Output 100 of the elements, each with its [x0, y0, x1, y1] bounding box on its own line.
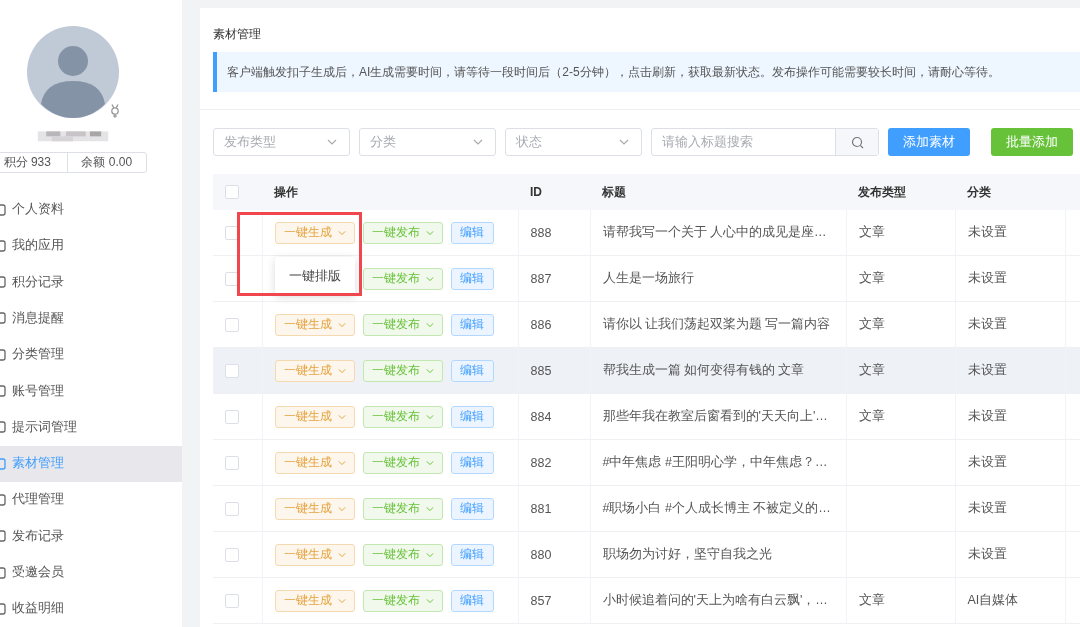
select-field[interactable]: 状态 — [505, 128, 642, 156]
edit-button[interactable]: 编辑 — [450, 589, 494, 612]
search-field[interactable]: 请输入标题搜索 — [651, 128, 879, 156]
generate-button[interactable]: 一键生成 — [274, 543, 355, 566]
checkbox[interactable] — [225, 185, 239, 200]
checkbox[interactable] — [225, 455, 239, 470]
table-row[interactable]: 一键生成 一键发布 编辑 885 帮我生成一篇 如何变得有钱的 文章 文章 未设置 — [213, 347, 1080, 394]
chevron-icon — [425, 413, 434, 420]
table-cell: 未设置 — [967, 363, 1007, 377]
table-cell: 文章 — [858, 363, 885, 377]
notice-banner: 客户端触发扣子生成后，AI生成需要时间，请等待一段时间后（2-5分钟），点击刷新，获取最新状态。发布操作可能需要较长时间，请耐心等待。 — [213, 52, 1080, 92]
menu-item[interactable]: 代理管理 — [0, 481, 182, 519]
table-cell: 884 — [530, 409, 552, 424]
table-cell: 文章 — [858, 317, 885, 331]
menu-item[interactable]: 发布记录 — [0, 518, 182, 555]
menu-item[interactable]: 提示词管理 — [0, 409, 182, 446]
table-row[interactable]: 一键生成 一键发布 编辑 882 #中年焦虑 #王阳明心学，中年焦虑？… 未设置 — [213, 439, 1080, 486]
generate-button[interactable]: 一键生成 — [274, 313, 355, 336]
table-row[interactable]: 一键生成 一键发布 编辑 880 职场勿为讨好，坚守自我之光 未设置 — [213, 531, 1080, 578]
checkbox[interactable] — [225, 317, 239, 332]
table-cell: #职场小白 #个人成长博主 不被定义的… — [602, 501, 831, 515]
table-row[interactable]: 一键生成 一键发布 编辑 857 小时候追着问的'天上为啥有白云飘'，… 文章 AI自媒体 — [213, 577, 1080, 624]
menu-item[interactable]: 消息提醒 — [0, 300, 182, 337]
publish-button[interactable]: 一键发布 — [362, 405, 443, 428]
generate-button[interactable]: 一键生成 — [274, 221, 355, 244]
table-cell: 880 — [530, 547, 552, 562]
menu-item[interactable]: 个人资料 — [0, 191, 182, 228]
publish-button[interactable]: 一键发布 — [362, 359, 443, 382]
table-cell: 未设置 — [967, 225, 1007, 239]
publish-button[interactable]: 一键发布 — [362, 221, 443, 244]
table-cell: 请帮我写一个关于 人心中的成见是座… — [602, 225, 827, 239]
menu-item[interactable]: 分类管理 — [0, 336, 182, 373]
chevron-icon — [337, 459, 346, 466]
checkbox[interactable] — [225, 363, 239, 378]
checkbox[interactable] — [225, 409, 239, 424]
chevron-icon — [327, 139, 337, 145]
generate-button[interactable]: 一键生成 — [274, 451, 355, 474]
edit-button[interactable]: 编辑 — [450, 543, 494, 566]
table-cell: #中年焦虑 #王阳明心学，中年焦虑？… — [602, 455, 828, 469]
chevron-icon — [337, 367, 346, 374]
menu-item[interactable]: 收益明细 — [0, 590, 182, 627]
edit-button[interactable]: 编辑 — [450, 497, 494, 520]
menu-item[interactable]: 我的应用 — [0, 227, 182, 265]
table-cell: 未设置 — [967, 547, 1007, 561]
column-header: 操作 — [274, 184, 298, 199]
column-header: 发布类型 — [858, 184, 906, 199]
dropdown-item[interactable]: 一键排版 — [289, 267, 341, 285]
table-cell: 881 — [530, 501, 552, 516]
table-row[interactable]: 一键生成 一键发布 编辑 886 请你以 让我们荡起双桨为题 写一篇内容 文章 未设置 — [213, 301, 1080, 348]
checkbox[interactable] — [225, 547, 239, 562]
checkbox[interactable] — [225, 501, 239, 516]
chevron-icon — [337, 597, 346, 604]
publish-button[interactable]: 一键发布 — [362, 267, 443, 290]
checkbox[interactable] — [225, 593, 239, 608]
table-row[interactable]: 一键生成 一键发布 编辑 888 请帮我写一个关于 人心中的成见是座… 文章 未设置 — [213, 210, 1080, 256]
edit-button[interactable]: 编辑 — [450, 451, 494, 474]
generate-button[interactable]: 一键生成 — [274, 359, 355, 382]
generate-button[interactable]: 一键生成 — [274, 497, 355, 520]
menu-item[interactable]: 账号管理 — [0, 372, 182, 410]
table-cell: 未设置 — [967, 455, 1007, 469]
table-cell: 帮我生成一篇 如何变得有钱的 文章 — [602, 363, 805, 377]
publish-button[interactable]: 一键发布 — [362, 497, 443, 520]
edit-button[interactable]: 编辑 — [450, 359, 494, 382]
search-button[interactable] — [835, 129, 878, 155]
table-cell: 未设置 — [967, 317, 1007, 331]
edit-button[interactable]: 编辑 — [450, 267, 494, 290]
select-field[interactable]: 发布类型 — [213, 128, 350, 156]
publish-button[interactable]: 一键发布 — [362, 589, 443, 612]
menu-item[interactable]: 积分记录 — [0, 264, 182, 301]
table-cell: 888 — [530, 225, 552, 240]
table-cell: 小时候追着问的'天上为啥有白云飘'，… — [602, 593, 828, 607]
select-field[interactable]: 分类 — [359, 128, 496, 156]
menu-item[interactable]: 素材管理 — [0, 445, 182, 482]
publish-button[interactable]: 一键发布 — [362, 313, 443, 336]
publish-button[interactable]: 一键发布 — [362, 451, 443, 474]
table-row[interactable]: 一键生成 一键发布 编辑 884 那些年我在教室后窗看到的'天天向上'… 文章 未设置 — [213, 393, 1080, 440]
chevron-icon — [337, 413, 346, 420]
chevron-icon — [425, 229, 434, 236]
stat-text: 余额 0.00 — [66, 152, 146, 173]
table-cell: 857 — [530, 593, 552, 608]
table-row[interactable]: 一键生成 一键发布 编辑 881 #职场小白 #个人成长博主 不被定义的… 未设置 — [213, 485, 1080, 532]
generate-button[interactable]: 一键生成 — [274, 589, 355, 612]
table-cell: 未设置 — [967, 409, 1007, 423]
batch-add-button[interactable]: 批量添加 — [991, 128, 1073, 156]
table-cell: 文章 — [858, 271, 885, 285]
edit-button[interactable]: 编辑 — [450, 313, 494, 336]
table-cell: 882 — [530, 455, 552, 470]
menu-item[interactable]: 受邀会员 — [0, 554, 182, 591]
table-cell: 职场勿为讨好，坚守自我之光 — [602, 547, 772, 561]
publish-button[interactable]: 一键发布 — [362, 543, 443, 566]
add-button[interactable]: 添加素材 — [888, 128, 970, 156]
avatar-icon — [27, 26, 119, 118]
search-icon — [850, 135, 864, 149]
generate-button[interactable]: 一键生成 — [274, 405, 355, 428]
edit-button[interactable]: 编辑 — [450, 221, 494, 244]
chevron-icon — [425, 367, 434, 374]
table-cell: 文章 — [858, 593, 885, 607]
chevron-icon — [425, 505, 434, 512]
table-cell: AI自媒体 — [967, 593, 1019, 607]
edit-button[interactable]: 编辑 — [450, 405, 494, 428]
